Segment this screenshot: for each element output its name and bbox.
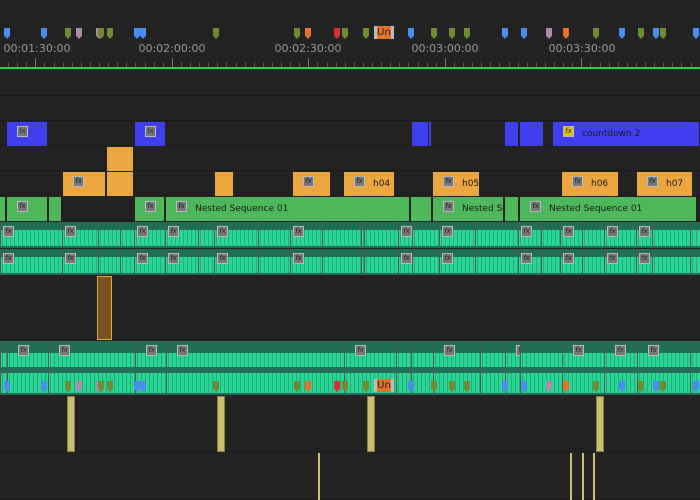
marker-green[interactable] xyxy=(431,381,437,392)
clip-markers: Un xyxy=(0,0,700,500)
audio-clip-sliver[interactable] xyxy=(570,453,572,500)
marker-orange[interactable] xyxy=(305,381,311,392)
audio-clip-small[interactable] xyxy=(367,396,375,452)
marker-blue[interactable] xyxy=(140,381,146,392)
marker-green[interactable] xyxy=(213,381,219,392)
audio-clip-small[interactable] xyxy=(217,396,225,452)
marker-green[interactable] xyxy=(449,381,455,392)
marker-purple[interactable] xyxy=(76,381,82,392)
marker-green[interactable] xyxy=(342,381,348,392)
marker-green[interactable] xyxy=(464,381,470,392)
marker-orange[interactable] xyxy=(563,381,569,392)
marker-purple[interactable] xyxy=(546,381,552,392)
marker-selected[interactable]: Un xyxy=(374,379,394,392)
audio-clip-sliver[interactable] xyxy=(318,453,320,500)
marker-green[interactable] xyxy=(65,381,71,392)
marker-green[interactable] xyxy=(660,381,666,392)
marker-blue[interactable] xyxy=(693,381,699,392)
marker-blue[interactable] xyxy=(408,381,414,392)
marker-blue[interactable] xyxy=(502,381,508,392)
marker-blue[interactable] xyxy=(41,381,47,392)
audio-clip-sliver[interactable] xyxy=(593,453,595,500)
marker-blue[interactable] xyxy=(4,381,10,392)
marker-blue[interactable] xyxy=(521,381,527,392)
marker-green[interactable] xyxy=(107,381,113,392)
marker-blue[interactable] xyxy=(134,381,140,392)
marker-green[interactable] xyxy=(294,381,300,392)
marker-green[interactable] xyxy=(363,381,369,392)
marker-blue[interactable] xyxy=(653,381,659,392)
marker-blue[interactable] xyxy=(619,381,625,392)
audio-clip-small[interactable] xyxy=(596,396,604,452)
audio-clip-sliver[interactable] xyxy=(582,453,584,500)
audio-clip-small[interactable] xyxy=(67,396,75,452)
marker-green[interactable] xyxy=(638,381,644,392)
marker-red[interactable] xyxy=(334,381,340,392)
marker-green[interactable] xyxy=(593,381,599,392)
timeline-tracks: fx fx fx countdown 2 fx fx fx h04 fx h05 fx h06 fx h0… xyxy=(0,0,700,500)
